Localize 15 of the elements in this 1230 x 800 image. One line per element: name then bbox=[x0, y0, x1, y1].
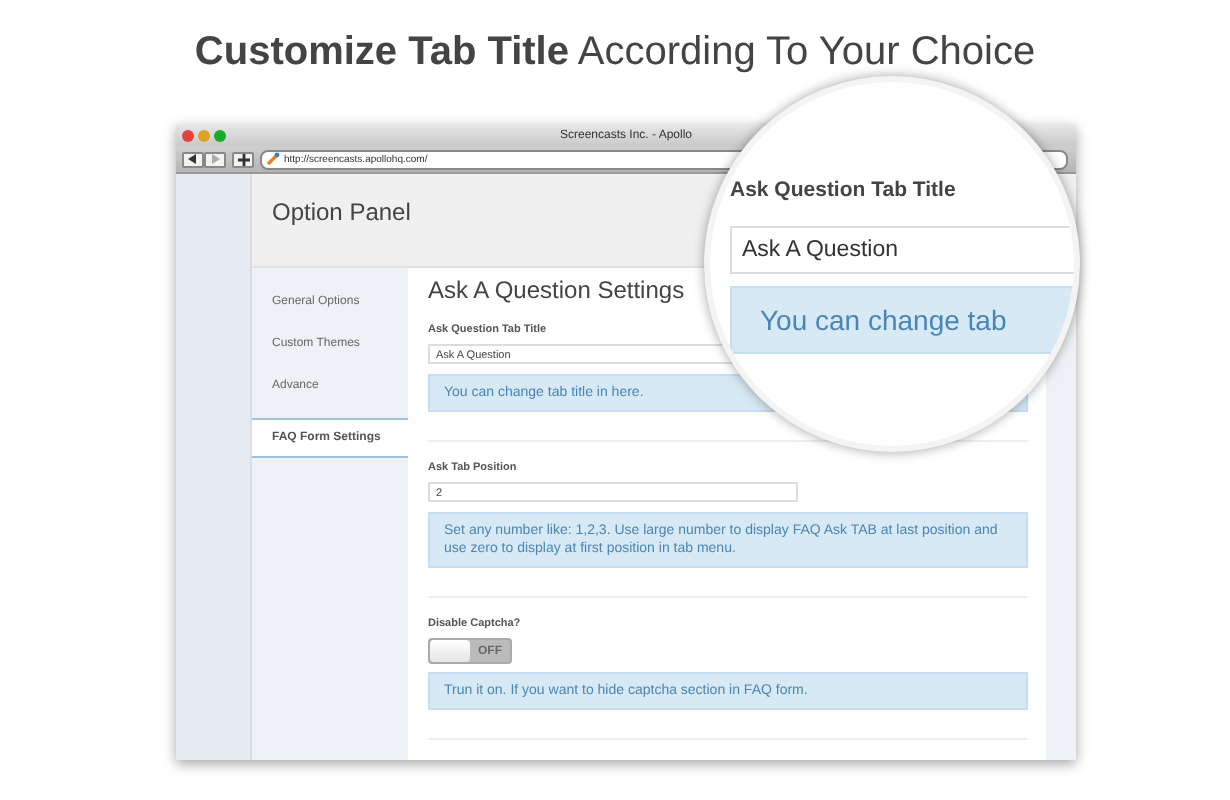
plus-icon bbox=[237, 153, 249, 165]
right-arrow-icon bbox=[212, 154, 220, 164]
panel-title: Option Panel bbox=[272, 198, 411, 226]
back-button[interactable] bbox=[182, 151, 204, 167]
magnified-input-field: Ask A Question bbox=[730, 226, 1074, 274]
minimize-icon[interactable] bbox=[198, 129, 210, 141]
banner-title: Customize Tab Title According To Your Choice bbox=[192, 28, 1038, 78]
left-arrow-icon bbox=[188, 154, 196, 164]
close-icon[interactable] bbox=[182, 129, 194, 141]
add-tab-button[interactable] bbox=[232, 151, 254, 167]
settings-title: Ask A Question Settings bbox=[428, 276, 687, 304]
magnified-label: Ask Question Tab Title bbox=[730, 178, 958, 202]
zoom-icon[interactable] bbox=[214, 129, 226, 141]
magnified-help-text: You can change tab bbox=[730, 286, 1074, 354]
favicon-icon bbox=[266, 152, 280, 166]
